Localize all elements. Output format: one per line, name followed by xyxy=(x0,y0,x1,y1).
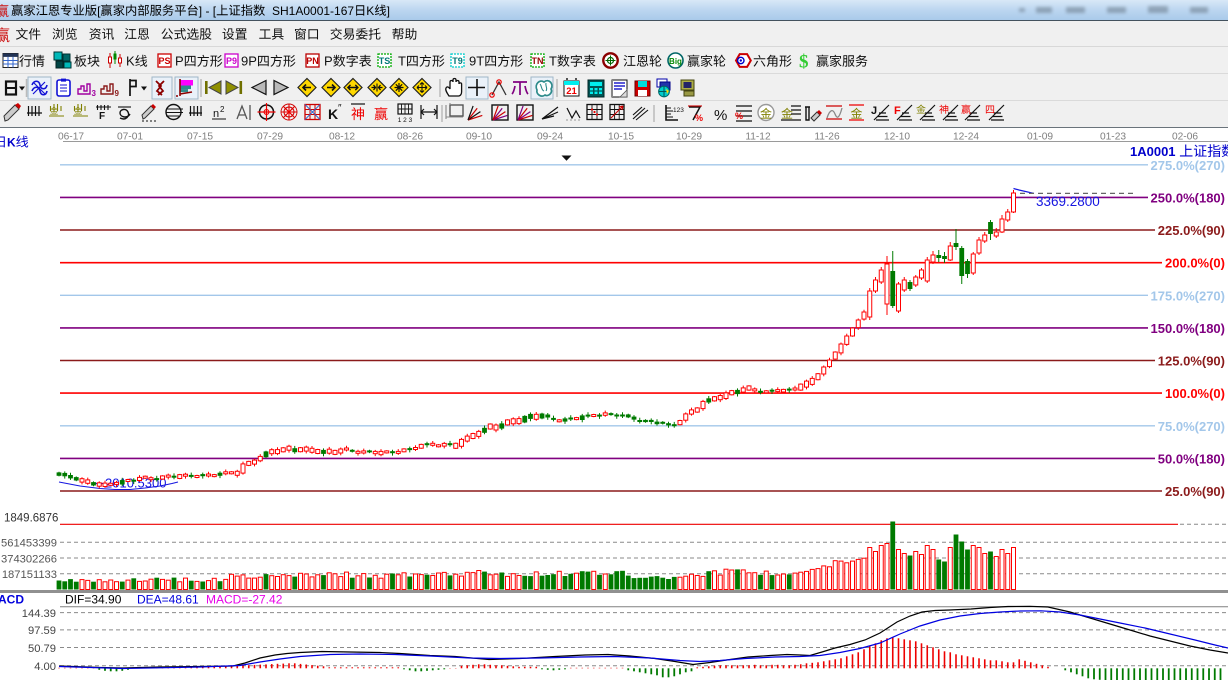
svg-text:150.0%(180): 150.0%(180) xyxy=(1151,321,1225,336)
svg-text:75.0%(270): 75.0%(270) xyxy=(1158,419,1225,434)
svg-text:DIF=34.90: DIF=34.90 xyxy=(65,593,122,607)
svg-text:11-12: 11-12 xyxy=(745,132,771,143)
svg-text:4.00: 4.00 xyxy=(34,661,56,673)
svg-text:175.0%(270): 175.0%(270) xyxy=(1151,288,1225,303)
svg-text:TN: TN xyxy=(532,56,544,66)
svg-text:P: P xyxy=(175,54,184,69)
svg-text:]: ] xyxy=(387,4,390,18)
svg-text:K: K xyxy=(328,106,338,122)
svg-text:100.0%(0): 100.0%(0) xyxy=(1165,386,1225,401)
svg-text:12-10: 12-10 xyxy=(884,132,910,143)
svg-text:$: $ xyxy=(799,52,809,73)
svg-text:01-23: 01-23 xyxy=(1100,132,1126,143)
svg-text:K: K xyxy=(7,136,16,150)
svg-text:%: % xyxy=(695,113,703,123)
svg-text:11-26: 11-26 xyxy=(814,132,840,143)
svg-text:1849.6876: 1849.6876 xyxy=(4,513,58,525)
svg-text:9: 9 xyxy=(115,89,120,98)
svg-text:1 2 3: 1 2 3 xyxy=(398,117,413,124)
svg-text:T: T xyxy=(398,54,406,69)
svg-text:-: - xyxy=(206,4,210,18)
svg-text:50.79: 50.79 xyxy=(28,643,56,655)
svg-text:123: 123 xyxy=(673,107,684,114)
svg-text:MACD: MACD xyxy=(0,593,24,607)
svg-text:T: T xyxy=(549,54,557,69)
svg-text:07-29: 07-29 xyxy=(257,132,283,143)
svg-text:09-10: 09-10 xyxy=(466,132,492,143)
svg-text:2: 2 xyxy=(220,105,225,114)
svg-text:08-12: 08-12 xyxy=(329,132,355,143)
svg-text:TS: TS xyxy=(379,56,391,66)
svg-text:F: F xyxy=(99,111,105,122)
svg-text:10-29: 10-29 xyxy=(676,132,702,143)
svg-text:]: ] xyxy=(199,4,202,18)
svg-text:561453399: 561453399 xyxy=(1,538,57,550)
svg-text:DEA=48.61: DEA=48.61 xyxy=(137,593,199,607)
svg-text:%: % xyxy=(714,107,727,124)
svg-text:01-09: 01-09 xyxy=(1027,132,1053,143)
svg-text:Big: Big xyxy=(669,57,682,66)
svg-text:08-26: 08-26 xyxy=(397,132,423,143)
svg-text:06-17: 06-17 xyxy=(58,132,84,143)
svg-text:10-15: 10-15 xyxy=(608,132,634,143)
svg-text:07-15: 07-15 xyxy=(187,132,213,143)
svg-text:[: [ xyxy=(97,4,101,18)
svg-text:125.0%(90): 125.0%(90) xyxy=(1158,354,1225,369)
svg-text:T9: T9 xyxy=(452,56,463,66)
svg-text:02-06: 02-06 xyxy=(1172,132,1198,143)
svg-text:n: n xyxy=(213,108,219,120)
svg-text:21: 21 xyxy=(566,86,577,97)
svg-text:″: ″ xyxy=(338,103,342,114)
svg-text:275.0%(270): 275.0%(270) xyxy=(1151,158,1225,173)
svg-text:225.0%(90): 225.0%(90) xyxy=(1158,223,1225,238)
svg-text:09-24: 09-24 xyxy=(537,132,563,143)
svg-text:25.0%(90): 25.0%(90) xyxy=(1165,484,1225,499)
svg-text:97.59: 97.59 xyxy=(28,625,56,637)
svg-text:J: J xyxy=(871,105,877,117)
svg-text:9T: 9T xyxy=(469,54,484,69)
svg-text:250.0%(180): 250.0%(180) xyxy=(1151,190,1225,205)
svg-text:3: 3 xyxy=(92,89,97,98)
svg-text:[: [ xyxy=(213,4,217,18)
svg-text:MACD=-27.42: MACD=-27.42 xyxy=(206,593,283,607)
svg-text:50.0%(180): 50.0%(180) xyxy=(1158,451,1225,466)
svg-text:K: K xyxy=(126,54,135,69)
svg-text:%: % xyxy=(735,111,743,121)
svg-text:P9: P9 xyxy=(226,56,237,66)
svg-text:187151133: 187151133 xyxy=(2,569,57,581)
svg-text:374302266: 374302266 xyxy=(1,553,57,565)
svg-text:07-01: 07-01 xyxy=(117,132,143,143)
svg-text:PN: PN xyxy=(306,56,319,66)
svg-text:9P: 9P xyxy=(241,54,257,69)
svg-text:K: K xyxy=(366,4,374,18)
svg-text:1A0001: 1A0001 xyxy=(1130,144,1176,159)
svg-text:F: F xyxy=(894,105,901,117)
svg-text:200.0%(0): 200.0%(0) xyxy=(1165,256,1225,271)
svg-text:3369.2800: 3369.2800 xyxy=(1036,194,1100,209)
svg-text:SH1A0001-167: SH1A0001-167 xyxy=(272,4,354,18)
svg-text:144.39: 144.39 xyxy=(22,608,56,620)
svg-text:P: P xyxy=(324,54,333,69)
svg-text:12-24: 12-24 xyxy=(953,132,979,143)
svg-text:PS: PS xyxy=(158,56,170,66)
